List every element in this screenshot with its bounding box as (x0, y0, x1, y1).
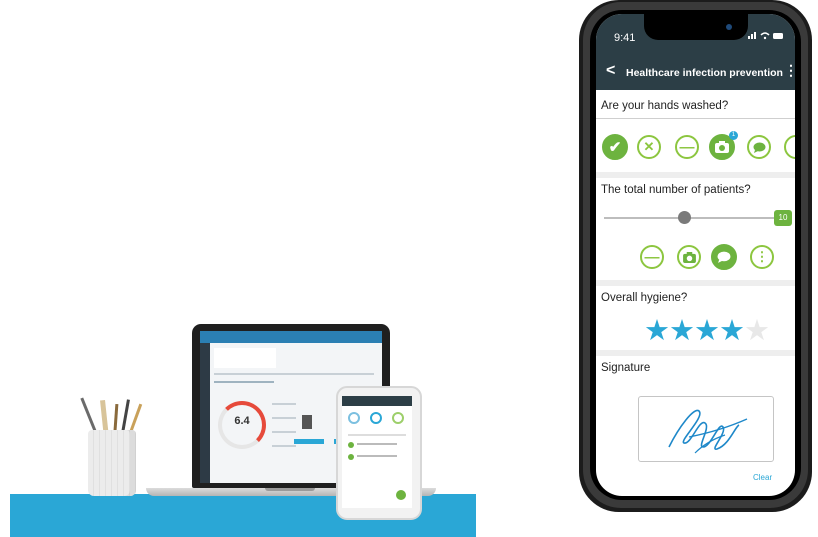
photo-button[interactable] (677, 245, 701, 269)
star-rating[interactable]: ★★★★★ (644, 315, 770, 347)
star-filled-icon[interactable]: ★ (669, 315, 695, 347)
no-button[interactable]: ✕ (637, 135, 661, 159)
overflow-menu-button[interactable]: ⋮ (784, 62, 795, 79)
not-applicable-button[interactable]: — (640, 245, 664, 269)
phone-screen: 9:41 < Healthcare infection prevention ⋮… (596, 14, 795, 496)
back-button[interactable]: < (606, 62, 615, 80)
camera-dot (726, 24, 732, 30)
small-phone-screen (342, 396, 412, 508)
star-filled-icon[interactable]: ★ (644, 315, 670, 347)
star-empty-icon[interactable]: ★ (744, 315, 770, 347)
speech-bubble-icon (717, 251, 731, 263)
question-overall-hygiene: Overall hygiene? (601, 292, 688, 304)
question-total-patients: The total number of patients? (601, 184, 751, 196)
more-vertical-icon: ⋮ (755, 249, 769, 264)
laptop-button (294, 439, 324, 444)
clear-signature-link[interactable]: Clear (753, 473, 772, 482)
signal-wifi-battery-icon (746, 30, 786, 42)
phone-notch (644, 14, 748, 40)
comment-button[interactable] (747, 135, 771, 159)
more-options-button[interactable]: ⋮ (750, 245, 774, 269)
more-vertical-icon: ⋮ (790, 139, 796, 155)
question-hands-washed: Are your hands washed? (601, 100, 729, 112)
more-options-button[interactable]: ⋮ (784, 135, 795, 159)
camera-icon (715, 141, 729, 153)
close-icon: ✕ (643, 139, 655, 154)
yes-check-button[interactable]: ✔ (602, 134, 628, 160)
signature-scribble (668, 409, 748, 454)
camera-icon (682, 251, 696, 263)
star-filled-icon[interactable]: ★ (694, 315, 720, 347)
pdf-icon (302, 415, 312, 429)
comment-button[interactable] (711, 244, 737, 270)
question-signature: Signature (601, 362, 651, 374)
not-applicable-button[interactable]: — (675, 135, 699, 159)
star-filled-icon[interactable]: ★ (719, 315, 745, 347)
patients-slider-thumb[interactable] (678, 211, 691, 224)
photo-count-badge: 1 (729, 131, 738, 140)
status-time: 9:41 (614, 32, 636, 44)
slider-value-badge: 10 (774, 210, 792, 226)
hero-image: 6.4 (0, 0, 490, 537)
check-icon: ✔ (608, 139, 622, 156)
speech-bubble-icon (753, 142, 765, 153)
minus-icon: — (679, 138, 695, 156)
signature-pad[interactable] (638, 396, 774, 462)
page-title: Healthcare infection prevention (626, 67, 783, 79)
score-value: 6.4 (234, 415, 250, 427)
minus-icon: — (644, 248, 660, 266)
